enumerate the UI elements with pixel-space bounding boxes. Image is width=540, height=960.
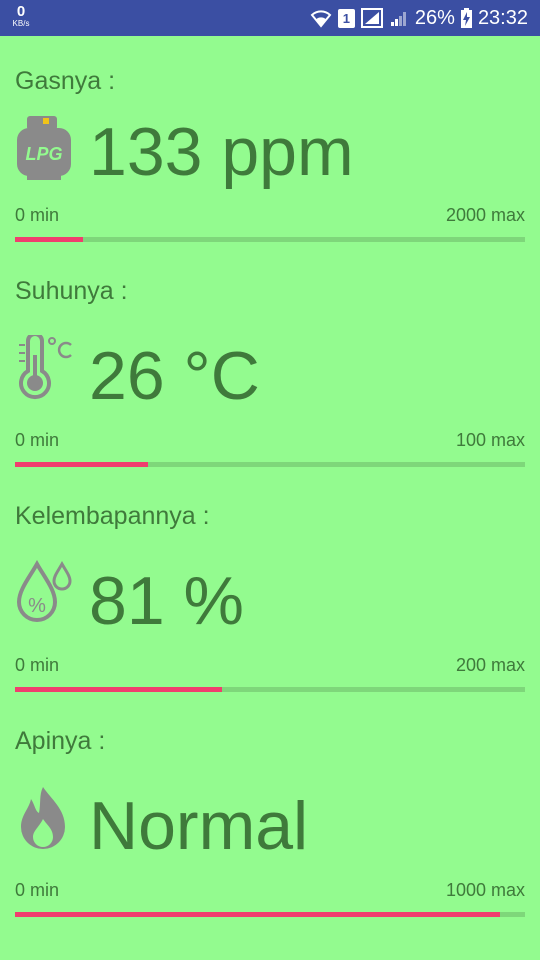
fire-status-value: Normal (89, 788, 309, 864)
battery-charging-icon (460, 8, 472, 28)
humidity-value: 81 % (89, 563, 244, 639)
fire-max-label: 1000 max (445, 880, 525, 900)
temperature-min-label: 0 min (15, 430, 60, 450)
signal-icon (360, 8, 383, 28)
gas-min-label: 0 min (15, 205, 60, 225)
gas-progress-fill (15, 237, 83, 242)
thermometer-celsius-icon (15, 332, 75, 405)
temperature-section: Suhunya : 26 °C 0 min 100 max (15, 277, 525, 475)
gas-progress-bar (15, 237, 525, 242)
wifi-icon (310, 10, 332, 28)
humidity-min-label: 0 min (15, 655, 60, 675)
fire-progress-fill (15, 912, 500, 917)
humidity-section: Kelembapannya : % 81 % 0 min 200 max (15, 502, 525, 700)
humidity-drop-icon: % (15, 559, 75, 630)
svg-text:LPG: LPG (25, 144, 62, 164)
humidity-label: Kelembapannya : (15, 502, 210, 530)
temperature-progress-fill (15, 462, 148, 467)
temperature-max-label: 100 max (455, 430, 525, 450)
clock: 23:32 (477, 6, 528, 29)
humidity-progress-fill (15, 687, 222, 692)
network-speed-unit: KB/s (12, 19, 30, 28)
flame-icon (15, 785, 75, 855)
gas-label: Gasnya : (15, 67, 116, 95)
network-speed-value: 0 (16, 3, 26, 20)
signal-weak-icon (390, 12, 406, 26)
gas-max-label: 2000 max (445, 205, 525, 225)
network-speed: 0 KB/s (8, 4, 34, 28)
humidity-max-label: 200 max (455, 655, 525, 675)
humidity-progress-bar (15, 687, 525, 692)
fire-label: Apinya : (15, 727, 106, 755)
temperature-value: 26 °C (89, 338, 260, 414)
gas-section: Gasnya : LPG 133 ppm 0 min 2000 max (15, 60, 525, 250)
status-bar: 0 KB/s 1 26% 23:32 (0, 0, 540, 36)
battery-percent: 26% (414, 6, 455, 29)
sim-icon: 1 (337, 8, 355, 28)
gas-value: 133 ppm (89, 114, 354, 190)
lpg-tank-icon: LPG (15, 114, 75, 184)
fire-min-label: 0 min (15, 880, 60, 900)
temperature-label: Suhunya : (15, 277, 128, 305)
fire-section: Apinya : Normal 0 min 1000 max (15, 727, 525, 925)
fire-progress-bar (15, 912, 525, 917)
temperature-progress-bar (15, 462, 525, 467)
svg-text:%: % (28, 595, 46, 617)
